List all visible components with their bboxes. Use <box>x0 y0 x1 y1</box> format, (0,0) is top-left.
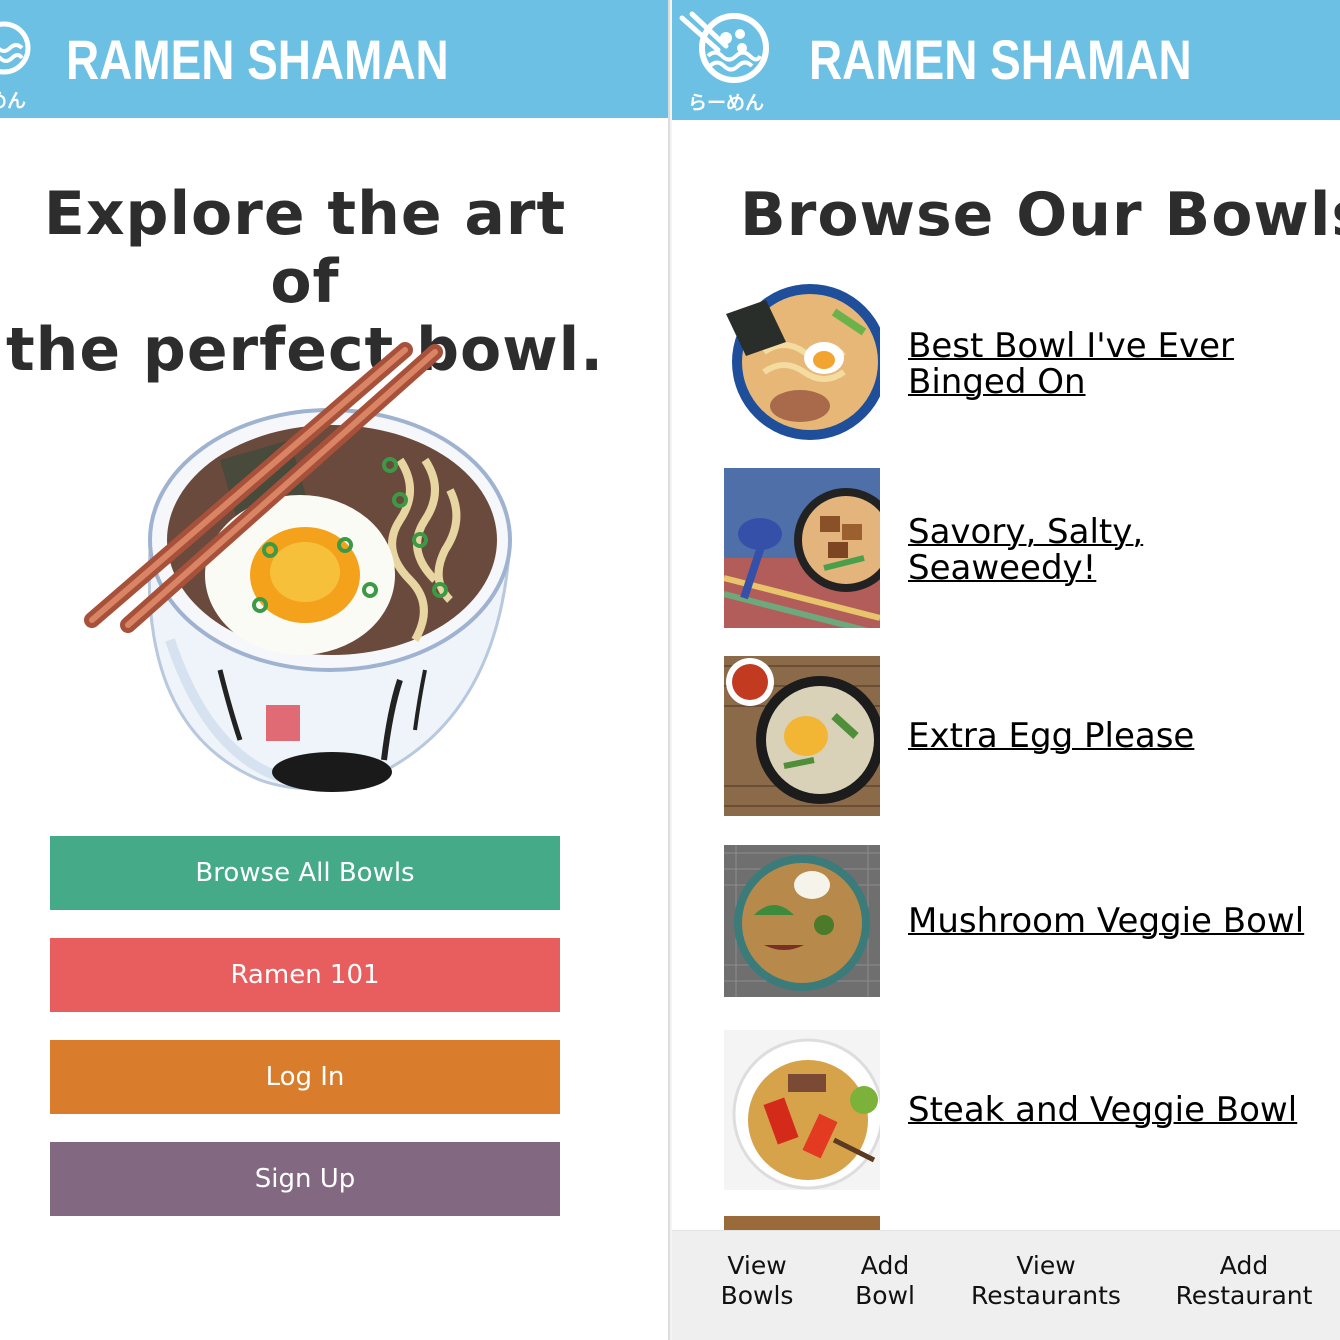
browse-all-bowls-button[interactable]: Browse All Bowls <box>50 836 560 910</box>
app-header: らーめん RAMEN SHAMAN <box>672 0 1340 120</box>
bowl-thumbnail[interactable] <box>724 468 880 628</box>
bowl-thumbnail[interactable] <box>724 1216 880 1230</box>
list-item[interactable]: Steak and Veggie Bowl <box>724 1030 1340 1190</box>
bowl-thumbnail[interactable] <box>724 845 880 997</box>
list-item[interactable]: Best Bowl I've Ever Binged On <box>724 282 1340 442</box>
list-item[interactable]: Mushroom Veggie Bowl <box>724 845 1340 1005</box>
bowl-link[interactable]: Best Bowl I've Ever Binged On <box>908 328 1340 400</box>
sign-up-button[interactable]: Sign Up <box>50 1142 560 1216</box>
hero-title-line1: Explore the art of <box>43 179 567 317</box>
nav-label: Restaurant <box>1175 1281 1313 1310</box>
bowl-link-line1: Best Bowl I've Ever <box>908 326 1235 366</box>
logo-subtext: らーめん <box>688 92 765 114</box>
page-title: Browse Our Bowls <box>740 180 1340 250</box>
bowl-link[interactable]: Mushroom Veggie Bowl <box>908 903 1340 939</box>
list-item[interactable]: Savory, Salty, Seaweedy! <box>724 468 1340 628</box>
app-brand[interactable]: RAMEN SHAMAN <box>809 30 1192 90</box>
bowls-screen: らーめん RAMEN SHAMAN Browse Our Bowls Best … <box>672 0 1340 1340</box>
bowl-link[interactable]: Savory, Salty, Seaweedy! <box>908 514 1340 586</box>
bowl-thumbnail[interactable] <box>724 282 880 442</box>
nav-label: Add <box>860 1251 910 1280</box>
ramen-101-button[interactable]: Ramen 101 <box>50 938 560 1012</box>
bowl-link[interactable]: Steak and Veggie Bowl <box>908 1092 1340 1128</box>
bottom-nav: View Bowls Add Bowl View Restaurants Add… <box>672 1230 1340 1340</box>
bowl-thumbnail[interactable] <box>724 656 880 816</box>
logo-subtext: らーめん <box>0 90 27 112</box>
nav-label: View <box>727 1251 787 1280</box>
bowl-link-line2: Binged On <box>908 362 1086 402</box>
nav-label: View <box>1016 1251 1076 1280</box>
nav-add-bowl[interactable]: Add Bowl <box>850 1251 920 1311</box>
nav-view-bowls[interactable]: View Bowls <box>716 1251 798 1311</box>
app-brand[interactable]: RAMEN SHAMAN <box>66 30 449 90</box>
bowl-link[interactable]: Extra Egg Please <box>908 718 1340 754</box>
bowl-link-line2: Seaweedy! <box>908 548 1097 588</box>
bowl-thumbnail[interactable] <box>724 1030 880 1190</box>
app-header: らーめん RAMEN SHAMAN <box>0 0 668 118</box>
log-in-button[interactable]: Log In <box>50 1040 560 1114</box>
ramen-bowl-illustration <box>84 342 512 792</box>
ramen-logo-icon[interactable] <box>678 10 778 90</box>
nav-label: Add <box>1219 1251 1269 1280</box>
ramen-logo-icon[interactable] <box>0 12 40 92</box>
nav-label: Restaurants <box>971 1281 1121 1310</box>
list-item[interactable]: Extra Egg Please <box>724 656 1340 816</box>
nav-label: Bowls <box>720 1281 794 1310</box>
bowl-link-line1: Savory, Salty, <box>908 512 1144 552</box>
nav-label: Bowl <box>855 1281 915 1310</box>
home-screen: らーめん RAMEN SHAMAN Explore the art of the… <box>0 0 670 1340</box>
nav-view-restaurants[interactable]: View Restaurants <box>966 1251 1126 1311</box>
nav-add-restaurant[interactable]: Add Restaurant <box>1170 1251 1318 1311</box>
